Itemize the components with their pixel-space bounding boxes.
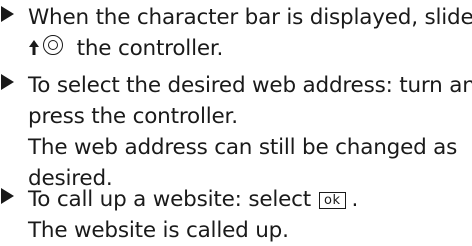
step-2-line-2: press the controller. — [28, 104, 238, 129]
step-2-line-3: The web address can still be changed as — [28, 135, 458, 160]
step-3-line-2: The website is called up. — [28, 218, 289, 243]
instruction-list: When the character bar is displayed, sli… — [0, 0, 472, 246]
step-3-period: . — [351, 187, 359, 212]
triangle-bullet-icon — [1, 6, 14, 22]
step-3-line-1: To call up a website: select — [28, 187, 312, 212]
step-2-line-1: To select the desired web address: turn … — [28, 73, 472, 98]
triangle-bullet-icon — [1, 188, 14, 204]
ok-key-label: ok — [319, 192, 346, 209]
step-1-line-1: When the character bar is displayed, sli… — [28, 5, 472, 30]
step-1-line-2: the controller. — [70, 36, 224, 61]
controller-slide-up-icon — [28, 35, 70, 59]
triangle-bullet-icon — [1, 74, 14, 90]
